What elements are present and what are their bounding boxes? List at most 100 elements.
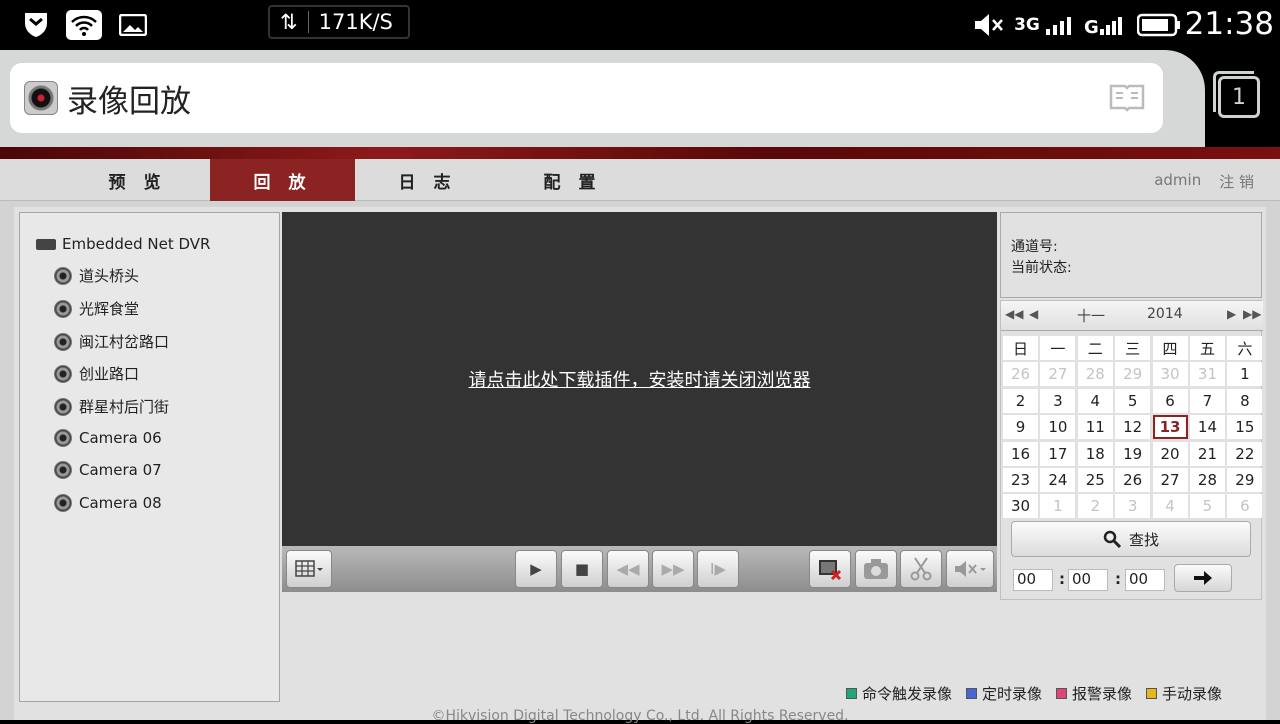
- calendar-day[interactable]: 6: [1227, 494, 1263, 519]
- calendar-day[interactable]: 26: [1003, 362, 1038, 387]
- camera-icon: [54, 397, 72, 416]
- calendar-day-selected[interactable]: 13: [1152, 415, 1188, 440]
- plugin-download-link[interactable]: 请点击此处下载插件，安装时请关闭浏览器: [282, 366, 997, 392]
- calendar-day[interactable]: 14: [1189, 415, 1225, 440]
- logout-link[interactable]: 注 销: [1219, 171, 1254, 192]
- site-favicon-icon: [24, 81, 58, 115]
- legend-label: 手动录像: [1162, 685, 1223, 703]
- go-to-time-button[interactable]: [1174, 564, 1232, 592]
- tab-config[interactable]: 配 置: [500, 159, 645, 201]
- calendar-day[interactable]: 22: [1227, 441, 1263, 466]
- calendar-day[interactable]: 27: [1152, 467, 1188, 492]
- calendar-day[interactable]: 2: [1003, 388, 1038, 413]
- calendar-day[interactable]: 16: [1003, 441, 1038, 466]
- shield-icon: [22, 10, 50, 40]
- calendar-day[interactable]: 23: [1003, 467, 1038, 492]
- snapshot-button[interactable]: [855, 550, 897, 588]
- next-year-icon[interactable]: ▶▶: [1243, 307, 1261, 321]
- calendar-day[interactable]: 29: [1227, 467, 1263, 492]
- username: admin: [1154, 171, 1202, 189]
- fast-forward-button[interactable]: ▶▶: [652, 550, 694, 588]
- calendar-day[interactable]: 18: [1077, 441, 1113, 466]
- calendar-day[interactable]: 30: [1003, 494, 1038, 519]
- calendar-day[interactable]: 5: [1189, 494, 1225, 519]
- battery-icon: [1136, 10, 1182, 40]
- tree-item-camera[interactable]: Camera 08: [54, 494, 162, 512]
- second-input[interactable]: 00: [1125, 569, 1165, 591]
- time-separator: :: [1059, 570, 1065, 588]
- tab-log[interactable]: 日 志: [355, 159, 500, 201]
- clip-button[interactable]: [900, 550, 942, 588]
- camera-label: 道头桥头: [79, 267, 140, 285]
- calendar-day[interactable]: 1: [1227, 362, 1263, 387]
- slow-button[interactable]: ◀◀: [607, 550, 649, 588]
- calendar-day[interactable]: 20: [1152, 441, 1188, 466]
- calendar-day[interactable]: 2: [1077, 494, 1113, 519]
- calendar-day[interactable]: 8: [1227, 388, 1263, 413]
- page-title: 录像回放: [67, 83, 191, 120]
- window-layout-button[interactable]: [286, 550, 332, 588]
- dvr-icon: [36, 238, 56, 250]
- calendar-day[interactable]: 1: [1040, 494, 1076, 519]
- calendar-weekday: 六: [1227, 336, 1263, 360]
- calendar-weekday: 五: [1189, 336, 1225, 360]
- tree-root-dvr[interactable]: Embedded Net DVR: [36, 235, 210, 253]
- image-icon: [118, 10, 148, 40]
- play-button[interactable]: ▶: [515, 550, 557, 588]
- tree-item-camera[interactable]: 群星村后门街: [54, 396, 169, 417]
- calendar-day[interactable]: 27: [1040, 362, 1076, 387]
- calendar-day[interactable]: 6: [1152, 388, 1188, 413]
- calendar-day[interactable]: 5: [1115, 388, 1151, 413]
- address-bar[interactable]: 录像回放: [10, 63, 1163, 133]
- camera-label: 闽江村岔路口: [79, 333, 170, 351]
- calendar-day[interactable]: 11: [1077, 415, 1113, 440]
- close-all-button[interactable]: [809, 550, 851, 588]
- legend-swatch: [966, 688, 978, 699]
- tab-preview[interactable]: 预 览: [65, 159, 210, 201]
- calendar-day[interactable]: 15: [1227, 415, 1263, 440]
- calendar-day[interactable]: 28: [1189, 467, 1225, 492]
- calendar-day[interactable]: 4: [1152, 494, 1188, 519]
- prev-month-icon[interactable]: ◀: [1029, 307, 1038, 321]
- prev-year-icon[interactable]: ◀◀: [1005, 307, 1023, 321]
- hour-input[interactable]: 00: [1013, 569, 1053, 591]
- tree-item-camera[interactable]: 创业路口: [54, 363, 139, 384]
- stop-button[interactable]: ■: [561, 550, 603, 588]
- calendar-day[interactable]: 10: [1040, 415, 1076, 440]
- calendar-day[interactable]: 28: [1077, 362, 1113, 387]
- tree-item-camera[interactable]: 光辉食堂: [54, 298, 139, 319]
- calendar-day[interactable]: 26: [1115, 467, 1151, 492]
- volume-button[interactable]: [946, 550, 994, 588]
- calendar-day[interactable]: 4: [1077, 388, 1113, 413]
- tree-item-camera[interactable]: Camera 06: [54, 429, 162, 447]
- search-icon: [1103, 530, 1121, 548]
- single-frame-button[interactable]: I▶: [697, 550, 739, 588]
- calendar-day[interactable]: 31: [1189, 362, 1225, 387]
- tree-item-camera[interactable]: 道头桥头: [54, 265, 139, 286]
- calendar-day[interactable]: 9: [1003, 415, 1038, 440]
- calendar-day[interactable]: 7: [1189, 388, 1225, 413]
- legend-swatch: [1146, 688, 1158, 699]
- tree-item-camera[interactable]: Camera 07: [54, 461, 162, 479]
- tab-playback[interactable]: 回 放: [210, 159, 355, 201]
- tab-switcher-button[interactable]: 1: [1213, 71, 1260, 118]
- calendar-day[interactable]: 25: [1077, 467, 1113, 492]
- calendar-day[interactable]: 17: [1040, 441, 1076, 466]
- calendar-day[interactable]: 3: [1115, 494, 1151, 519]
- clock: 21:38: [1184, 6, 1274, 42]
- minute-input[interactable]: 00: [1068, 569, 1108, 591]
- calendar-day[interactable]: 19: [1115, 441, 1151, 466]
- search-label: 查找: [1128, 530, 1159, 549]
- calendar-day[interactable]: 29: [1115, 362, 1151, 387]
- calendar-day[interactable]: 3: [1040, 388, 1076, 413]
- calendar-weekday: 一: [1040, 336, 1076, 360]
- camera-icon: [54, 461, 72, 479]
- search-button[interactable]: 查找: [1011, 521, 1251, 557]
- calendar-day[interactable]: 12: [1115, 415, 1151, 440]
- tree-item-camera[interactable]: 闽江村岔路口: [54, 331, 169, 352]
- calendar-day[interactable]: 21: [1189, 441, 1225, 466]
- calendar-day[interactable]: 30: [1152, 362, 1188, 387]
- reader-mode-icon[interactable]: [1109, 83, 1145, 113]
- calendar-day[interactable]: 24: [1040, 467, 1076, 492]
- next-month-icon[interactable]: ▶: [1227, 307, 1236, 321]
